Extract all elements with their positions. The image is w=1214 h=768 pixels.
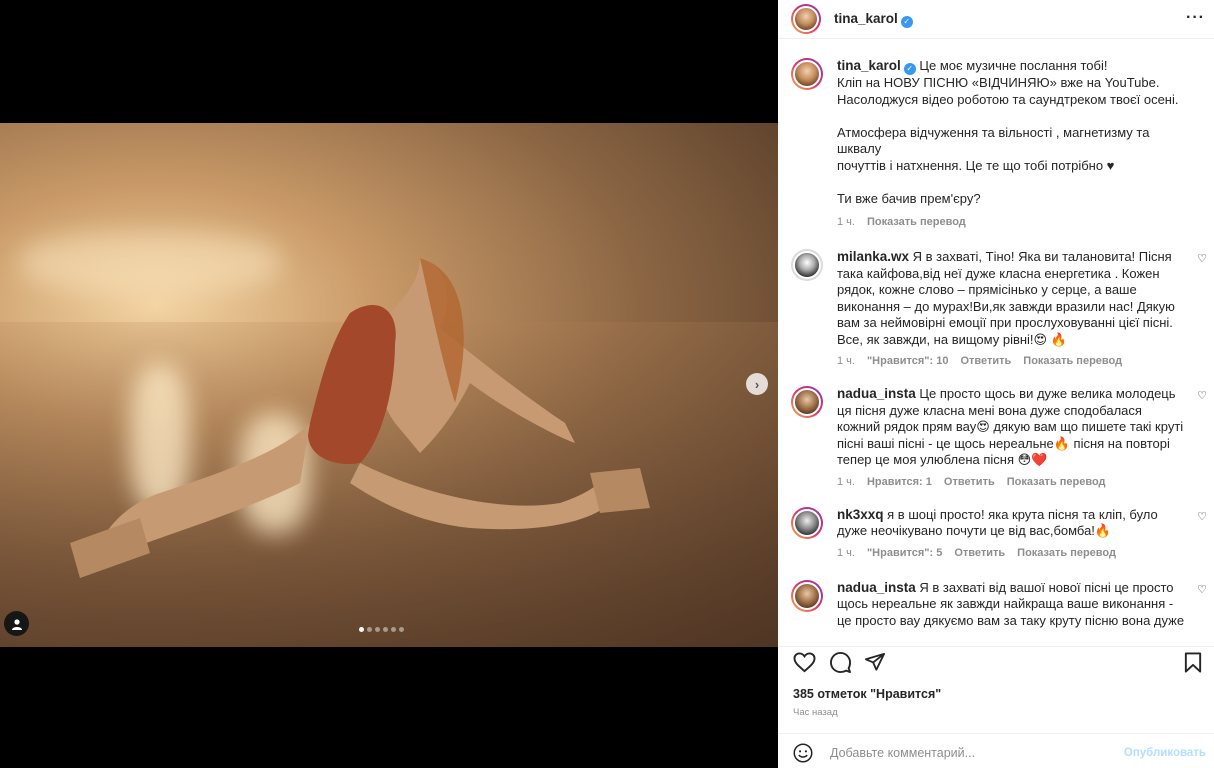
comment-time: 1 ч. — [837, 355, 855, 367]
heart-icon[interactable] — [793, 652, 816, 673]
more-icon[interactable]: ··· — [1186, 9, 1205, 27]
comment-body: я в шоці просто! яка крута пісня та кліп… — [837, 506, 1158, 539]
post-time: Час назад — [793, 707, 838, 718]
caption-time: 1 ч. — [837, 216, 855, 228]
comment-username[interactable]: nk3xxq — [837, 507, 884, 522]
caption-line — [837, 174, 841, 189]
translate-button[interactable]: Показать перевод — [1007, 476, 1106, 488]
comment: nadua_insta Це просто щось ви дуже велик… — [778, 367, 1214, 488]
comment: nk3xxq я в шоці просто! яка крута пісня … — [778, 488, 1214, 559]
comment: milanka.wx Я в захваті, Тіно! Яка ви тал… — [778, 228, 1214, 367]
carousel-dot — [359, 627, 364, 632]
action-bar — [778, 646, 1214, 676]
caption-text: tina_karol ✓ Це моє музичне послання тобі… — [837, 58, 1188, 207]
comment-likes[interactable]: "Нравится": 10 — [867, 355, 948, 367]
smile-icon[interactable] — [793, 743, 813, 763]
reply-button[interactable]: Ответить — [954, 547, 1005, 559]
comment-time: 1 ч. — [837, 475, 855, 488]
reply-button[interactable]: Ответить — [944, 476, 995, 488]
comments-scroll[interactable]: tina_karol ✓ Це моє музичне послання тобі… — [778, 49, 1214, 635]
comment-text: nadua_insta Я в захваті від вашої нової … — [837, 580, 1188, 630]
comment-likes[interactable]: Нравится: 1 — [867, 476, 932, 488]
comment-meta: 1 ч. Нравится: 1 Ответить Показать перевод — [837, 476, 1188, 488]
carousel-dot — [383, 627, 388, 632]
share-icon[interactable] — [864, 652, 886, 672]
avatar[interactable] — [791, 4, 821, 34]
carousel-indicator — [359, 627, 404, 632]
dancer-figure — [70, 258, 650, 578]
carousel-dot — [367, 627, 372, 632]
caption-line: Це моє музичне послання тобі! — [915, 58, 1108, 73]
avatar[interactable] — [791, 249, 823, 281]
comment-text: milanka.wx Я в захваті, Тіно! Яка ви тал… — [837, 249, 1188, 348]
post-sidebar: tina_karol ✓ ··· tina_karol ✓ Це моє музич… — [778, 0, 1214, 768]
bookmark-icon[interactable] — [1184, 652, 1202, 673]
carousel-dot — [399, 627, 404, 632]
heart-icon[interactable]: ♡ — [1197, 252, 1207, 265]
comment-text: nadua_insta Це просто щось ви дуже велик… — [837, 386, 1188, 469]
comment-icon[interactable] — [830, 652, 851, 673]
translate-button[interactable]: Показать перевод — [1023, 355, 1122, 367]
media-panel: › — [0, 0, 778, 768]
comment-username[interactable]: nadua_insta — [837, 580, 916, 595]
likes-count[interactable]: 385 отметок "Нравится" — [793, 687, 941, 701]
chevron-right-icon[interactable]: › — [746, 373, 768, 395]
translate-button[interactable]: Показать перевод — [1017, 547, 1116, 559]
caption-line: Насолоджуся відео роботою та саундтреком… — [837, 91, 1179, 107]
caption-line: Атмосфера відчуження та вільності , магн… — [837, 124, 1150, 157]
reply-button[interactable]: Ответить — [960, 355, 1011, 367]
carousel-dot — [375, 627, 380, 632]
comment-likes[interactable]: "Нравится": 5 — [867, 547, 942, 559]
comment-time: 1 ч. — [837, 546, 855, 559]
post-photo[interactable] — [0, 123, 778, 647]
author-username[interactable]: tina_karol ✓ — [834, 11, 913, 28]
caption-line — [837, 108, 841, 123]
caption-line: Ти вже бачив прем'єру? — [837, 190, 981, 206]
comment: nadua_insta Я в захваті від вашої нової … — [778, 559, 1214, 630]
translate-button[interactable]: Показать перевод — [867, 216, 966, 228]
post-header: tina_karol ✓ ··· — [778, 0, 1214, 39]
caption-line: почуттів і натхнення. Це те що тобі потр… — [837, 157, 1115, 173]
heart-icon[interactable]: ♡ — [1197, 583, 1207, 596]
avatar[interactable] — [791, 506, 823, 539]
caption-username[interactable]: tina_karol — [837, 58, 901, 73]
comment-input[interactable]: Добавьте комментарий... — [830, 746, 975, 760]
heart-icon[interactable]: ♡ — [1197, 510, 1207, 523]
caption-line: Кліп на НОВУ ПІСНЮ «ВІДЧИНЯЮ» вже на You… — [837, 75, 1160, 90]
avatar[interactable] — [791, 579, 823, 612]
user-tag-icon[interactable] — [4, 611, 29, 636]
comment-text: nk3xxq я в шоці просто! яка крута пісня … — [837, 507, 1188, 540]
comment-username[interactable]: nadua_insta — [837, 386, 916, 401]
caption: tina_karol ✓ Це моє музичне послання тобі… — [778, 49, 1214, 228]
verified-icon: ✓ — [903, 63, 916, 75]
heart-icon[interactable]: ♡ — [1197, 389, 1207, 402]
avatar[interactable] — [791, 386, 823, 418]
comment-username[interactable]: milanka.wx — [837, 249, 909, 264]
comment-meta: 1 ч. "Нравится": 10 Ответить Показать перев… — [837, 355, 1188, 367]
avatar[interactable] — [791, 58, 823, 90]
publish-button[interactable]: Опубликовать — [1124, 747, 1206, 759]
carousel-dot — [391, 627, 396, 632]
comment-meta: 1 ч. "Нравится": 5 Ответить Показать перево… — [837, 547, 1188, 559]
verified-icon: ✓ — [900, 15, 913, 28]
add-comment-bar: Добавьте комментарий... Опубликовать — [778, 733, 1214, 768]
